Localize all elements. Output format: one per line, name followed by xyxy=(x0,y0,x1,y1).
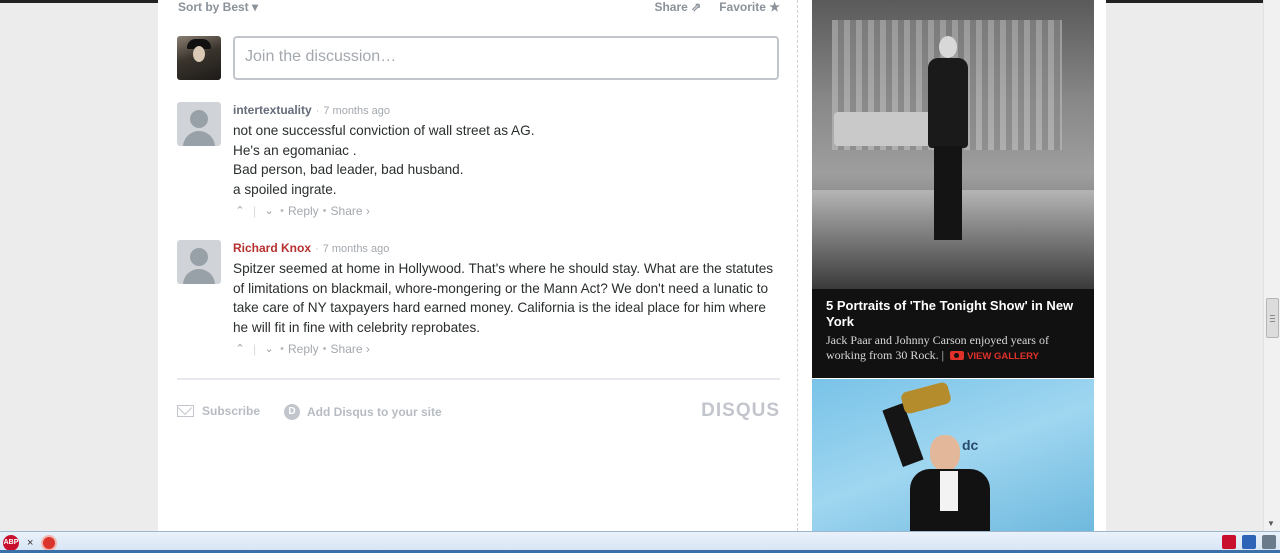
commenter-avatar[interactable] xyxy=(177,240,221,284)
record-icon[interactable] xyxy=(41,535,58,551)
reply-button[interactable]: Reply xyxy=(288,203,319,219)
mail-icon xyxy=(177,405,194,417)
comment-actions: ⌃ | ⌄ • Reply • Share › xyxy=(233,203,781,219)
share-comment-button[interactable]: Share › xyxy=(331,341,370,357)
share-icon: ⇗ xyxy=(691,0,702,14)
article-page: Sort by Best ▾ Share ⇗ Favorite ★ Join t… xyxy=(158,0,1106,531)
upvote-icon[interactable]: ⌃ xyxy=(233,203,247,219)
comment-author[interactable]: Richard Knox xyxy=(233,241,311,255)
close-icon[interactable]: × xyxy=(27,537,33,549)
camera-icon xyxy=(950,351,965,360)
comment-time[interactable]: 7 months ago xyxy=(323,243,390,255)
gallery-description: Jack Paar and Johnny Carson enjoyed year… xyxy=(826,333,1049,362)
adblock-icon[interactable]: ABP xyxy=(3,535,19,551)
thread-actions: Share ⇗ Favorite ★ xyxy=(654,0,780,14)
subscribe-link[interactable]: Subscribe xyxy=(177,404,260,418)
comment-time[interactable]: 7 months ago xyxy=(323,105,390,117)
comment-line: He's an egomaniac . xyxy=(233,142,357,158)
downvote-icon[interactable]: ⌄ xyxy=(262,341,276,357)
browser-status-bar: ABP × xyxy=(0,531,1280,553)
download-icon[interactable] xyxy=(1242,535,1256,549)
disqus-logo[interactable]: DISQUS xyxy=(701,400,780,422)
add-disqus-label: Add Disqus to your site xyxy=(307,405,442,419)
upvote-icon[interactable]: ⌃ xyxy=(233,341,247,357)
comment-text: Spitzer seemed at home in Hollywood. Tha… xyxy=(233,261,774,336)
divider xyxy=(177,378,780,380)
golden-globes-photo[interactable]: dc xyxy=(812,379,1094,531)
commenter-avatar[interactable] xyxy=(177,102,221,146)
view-gallery-link[interactable]: VIEW GALLERY xyxy=(967,351,1039,362)
tonight-show-photo[interactable] xyxy=(812,0,1094,289)
favorite-button[interactable]: Favorite ★ xyxy=(719,0,780,14)
scroll-down-arrow[interactable]: ▼ xyxy=(1267,519,1275,528)
comment-text: not one successful conviction of wall st… xyxy=(233,121,781,200)
comment-line: not one successful conviction of wall st… xyxy=(233,123,535,138)
comment-author[interactable]: intertextuality xyxy=(233,103,312,117)
share-thread-button[interactable]: Share ⇗ xyxy=(654,0,701,14)
comment-line: a spoiled ingrate. xyxy=(233,182,337,198)
user-avatar[interactable] xyxy=(177,36,221,80)
add-disqus-link[interactable]: D Add Disqus to your site xyxy=(284,404,442,420)
gallery-title[interactable]: 5 Portraits of 'The Tonight Show' in New… xyxy=(826,298,1086,330)
extension-icon[interactable] xyxy=(1222,535,1236,549)
disqus-footer: Subscribe D Add Disqus to your site DISQ… xyxy=(177,400,780,422)
page-scrollbar[interactable]: ▼ xyxy=(1263,0,1280,531)
comment-input[interactable]: Join the discussion… xyxy=(233,36,779,80)
downvote-icon[interactable]: ⌄ xyxy=(262,203,276,219)
comment-actions: ⌃ | ⌄ • Reply • Share › xyxy=(233,341,781,357)
sort-dropdown[interactable]: Sort by Best ▾ xyxy=(178,0,258,14)
comment-line: Bad person, bad leader, bad husband. xyxy=(233,162,464,178)
settings-icon[interactable] xyxy=(1262,535,1276,549)
reply-button[interactable]: Reply xyxy=(288,341,319,357)
disqus-icon: D xyxy=(284,404,300,420)
share-comment-button[interactable]: Share › xyxy=(331,203,370,219)
gallery-promo[interactable]: 5 Portraits of 'The Tonight Show' in New… xyxy=(812,0,1094,378)
subscribe-label: Subscribe xyxy=(202,404,261,418)
column-divider xyxy=(797,0,798,531)
gallery-caption: 5 Portraits of 'The Tonight Show' in New… xyxy=(826,298,1086,364)
share-label: Share xyxy=(654,0,688,14)
scrollbar-thumb[interactable] xyxy=(1266,298,1279,338)
